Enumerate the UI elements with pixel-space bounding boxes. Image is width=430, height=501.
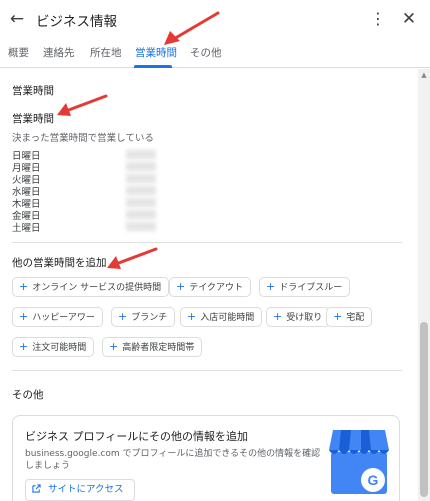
blurred-hours [126,174,156,183]
chip-delivery[interactable]: + 宅配 [326,307,373,327]
hours-section-title: 営業時間 [12,85,54,97]
plus-icon: + [19,340,29,353]
blurred-hours [126,162,156,171]
promo-card: ビジネス プロフィールにその他の情報を追加 business.google.co… [12,415,400,501]
page-title: ビジネス情報 [36,14,117,30]
back-button[interactable]: ← [6,8,28,30]
content-panel: 営業時間 営業時間 決まった営業時間で営業している 日曜日 月曜日 火曜日 水曜… [0,69,418,501]
chip-senior-hours[interactable]: + 高齢者限定時間帯 [102,337,203,357]
scrollbar[interactable]: ▲ [418,69,430,501]
more-options-button[interactable]: ⋮ [370,8,386,30]
tab-overview[interactable]: 概要 [8,45,29,60]
promo-description: business.google.com でプロフィールに追加できるその他の情報を… [25,449,321,471]
plus-icon: + [19,280,29,293]
chip-access-hours[interactable]: + 入店可能時間 [180,307,263,327]
chip-happy-hour[interactable]: + ハッピーアワー [12,307,103,327]
chip-takeout[interactable]: + テイクアウト [169,277,252,297]
annotation-arrow-icon [107,247,158,269]
chip-brunch[interactable]: + ブランチ [111,307,176,327]
hours-subtitle: 営業時間 [12,113,54,125]
tab-contact[interactable]: 連絡先 [43,45,75,60]
divider [12,370,402,371]
blurred-hours [126,150,156,159]
promo-title: ビジネス プロフィールにその他の情報を追加 [25,430,249,443]
arrow-left-icon: ← [9,9,25,29]
plus-icon: + [266,280,276,293]
other-section-title: その他 [12,389,44,401]
plus-icon: + [333,310,343,323]
plus-icon: + [176,280,186,293]
chip-pickup[interactable]: + 受け取り [266,307,331,327]
chip-online-service[interactable]: + オンライン サービスの提供時間 [12,277,170,297]
svg-text:G: G [368,472,379,488]
plus-icon: + [118,310,128,323]
plus-icon: + [273,310,283,323]
blurred-hours [126,210,156,219]
blurred-hours [126,198,156,207]
annotation-arrow-icon [57,94,108,116]
divider [12,242,402,243]
plus-icon: + [19,310,29,323]
day-label: 土曜日 [12,223,41,234]
more-vert-icon: ⋮ [370,9,386,28]
plus-icon: + [187,310,197,323]
visit-site-button[interactable]: サイトにアクセス [25,479,135,501]
plus-icon: + [109,340,119,353]
scrollbar-thumb[interactable] [420,322,428,497]
active-tab-indicator [134,65,172,68]
open-in-new-icon [32,484,44,495]
close-button[interactable]: ✕ [398,8,420,30]
more-hours-title: 他の営業時間を追加 [12,257,107,269]
close-icon: ✕ [401,9,417,29]
tab-location[interactable]: 所在地 [90,45,122,60]
chip-order-hours[interactable]: + 注文可能時間 [12,337,95,357]
blurred-hours [126,186,156,195]
annotation-arrow-icon [164,11,220,45]
chip-drive-through[interactable]: + ドライブスルー [259,277,351,297]
google-my-business-icon: G [329,430,389,496]
scroll-up-arrow-icon[interactable]: ▲ [418,69,430,81]
blurred-hours [126,222,156,231]
hours-description: 決まった営業時間で営業している [12,133,154,144]
